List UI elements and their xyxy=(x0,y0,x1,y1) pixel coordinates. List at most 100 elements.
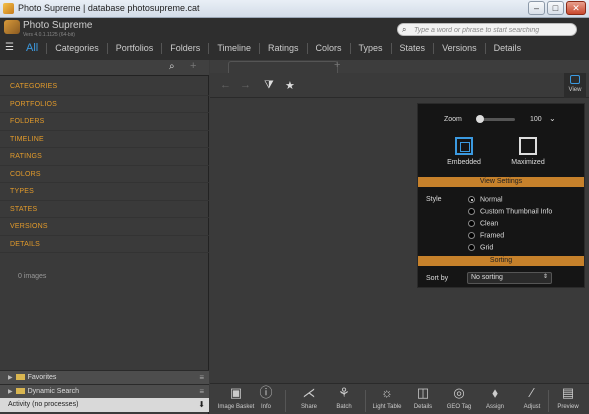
zoom-slider-track[interactable] xyxy=(479,118,515,121)
zoom-label: Zoom xyxy=(444,116,462,123)
left-search-icon[interactable]: ⌕ xyxy=(169,61,175,72)
adjust-button[interactable]: ∕ Adjust xyxy=(518,384,546,410)
embedded-mode-button[interactable]: Embedded xyxy=(434,137,494,166)
radio-icon xyxy=(468,244,475,251)
geo-tag-icon: ◎ xyxy=(453,385,465,400)
share-button[interactable]: ⋌ Share xyxy=(294,384,324,410)
nav-details[interactable]: Details xyxy=(486,43,530,54)
share-icon: ⋌ xyxy=(302,385,316,400)
geo-tag-button[interactable]: ◎ GEO Tag xyxy=(443,384,475,410)
sort-arrows-icon: ⇕ xyxy=(542,274,548,280)
search-icon: ⌕ xyxy=(402,25,407,34)
nav-categories[interactable]: Categories xyxy=(47,42,108,54)
activity-bar[interactable]: Activity (no processes) ⬇ xyxy=(0,398,209,412)
nav-ratings[interactable]: Ratings xyxy=(260,42,308,54)
adjust-label: Adjust xyxy=(523,404,541,410)
category-list: CATEGORIES PORTFOLIOS FOLDERS TIMELINE R… xyxy=(0,78,209,253)
assign-button[interactable]: ⬧ Assign xyxy=(481,384,509,410)
forward-arrow-icon[interactable]: → xyxy=(240,79,251,91)
category-details[interactable]: DETAILS xyxy=(0,236,209,253)
details-label: Details xyxy=(413,404,433,410)
nav-types[interactable]: Types xyxy=(351,42,392,54)
maximized-icon xyxy=(519,137,537,155)
details-button[interactable]: ◫ Details xyxy=(409,384,437,410)
filter-icon[interactable]: ⧩ xyxy=(264,79,274,92)
hamburger-menu-icon[interactable]: ☰ xyxy=(5,42,14,53)
category-categories[interactable]: CATEGORIES xyxy=(0,78,209,96)
category-ratings[interactable]: RATINGS xyxy=(0,148,209,166)
panel-menu-icon[interactable]: ≡ xyxy=(199,385,204,399)
category-timeline[interactable]: TIMELINE xyxy=(0,131,209,148)
app-logo xyxy=(4,20,20,34)
toolbar-divider xyxy=(365,390,366,412)
category-folders[interactable]: FOLDERS xyxy=(0,113,209,131)
restore-button[interactable]: □ xyxy=(547,1,564,15)
view-settings-popup: Zoom 100 ⌄ Embedded Maximized View Setti… xyxy=(417,103,585,288)
nav-portfolios[interactable]: Portfolios xyxy=(108,42,163,54)
batch-icon: ⚘ xyxy=(338,385,350,400)
nav-all[interactable]: All xyxy=(18,42,48,54)
category-versions[interactable]: VERSIONS xyxy=(0,218,209,236)
style-option-clean[interactable]: Clean xyxy=(468,220,498,227)
left-bottom-panels: ▶ Favorites ≡ ▶ Dynamic Search ≡ Activity … xyxy=(0,370,209,412)
image-count: 0 images xyxy=(18,273,47,280)
share-label: Share xyxy=(300,404,317,410)
toolbar-divider xyxy=(548,390,549,412)
favorites-label: Favorites xyxy=(27,374,57,381)
preview-button[interactable]: ▤ Preview xyxy=(553,384,583,410)
category-portfolios[interactable]: PORTFOLIOS xyxy=(0,96,209,113)
main-toolbar: ← → ⧩ ★ xyxy=(210,73,589,98)
favorites-panel[interactable]: ▶ Favorites ≡ xyxy=(0,370,209,384)
light-table-button[interactable]: ☼ Light Table xyxy=(368,384,406,410)
close-button[interactable]: ✕ xyxy=(566,1,586,15)
sort-by-select[interactable]: No sorting ⇕ xyxy=(467,272,552,284)
back-arrow-icon[interactable]: ← xyxy=(220,79,231,91)
sort-by-label: Sort by xyxy=(426,275,449,282)
star-icon[interactable]: ★ xyxy=(285,79,295,92)
embedded-icon xyxy=(455,137,473,155)
view-settings-header: View Settings xyxy=(418,177,584,187)
add-main-tab-icon[interactable]: + xyxy=(334,59,340,71)
maximized-mode-button[interactable]: Maximized xyxy=(498,137,558,166)
category-colors[interactable]: COLORS xyxy=(0,166,209,183)
search-box[interactable]: ⌕ xyxy=(397,23,577,36)
view-icon xyxy=(570,75,580,84)
info-button[interactable]: ⓘ Info xyxy=(256,384,276,410)
category-states[interactable]: STATES xyxy=(0,201,209,218)
dynamic-search-panel[interactable]: ▶ Dynamic Search ≡ xyxy=(0,384,209,398)
left-panel-tabs: ⌕ + xyxy=(0,60,209,76)
view-button[interactable]: View xyxy=(564,73,586,98)
adjust-icon: ∕ xyxy=(530,385,534,400)
style-option-framed[interactable]: Framed xyxy=(468,232,504,239)
search-input[interactable] xyxy=(414,25,572,35)
toolbar-divider xyxy=(285,390,286,412)
zoom-dropdown-icon[interactable]: ⌄ xyxy=(549,114,556,123)
download-icon[interactable]: ⬇ xyxy=(198,398,205,412)
category-types[interactable]: TYPES xyxy=(0,183,209,201)
style-label: Style xyxy=(426,196,442,203)
nav-versions[interactable]: Versions xyxy=(434,42,486,54)
nav-states[interactable]: States xyxy=(392,42,435,54)
folder-icon xyxy=(15,388,25,395)
nav-folders[interactable]: Folders xyxy=(162,42,210,54)
preview-label: Preview xyxy=(557,404,579,410)
main-nav: All Categories Portfolios Folders Timeli… xyxy=(18,38,529,58)
nav-timeline[interactable]: Timeline xyxy=(209,42,260,54)
light-table-icon: ☼ xyxy=(381,385,393,400)
radio-selected-icon xyxy=(468,196,475,203)
assign-icon: ⬧ xyxy=(492,385,498,400)
zoom-slider-handle[interactable] xyxy=(476,115,484,123)
style-option-grid[interactable]: Grid xyxy=(468,244,493,251)
minimize-button[interactable]: – xyxy=(528,1,545,15)
bottom-toolbar: ▣ Image Basket ⓘ Info ⋌ Share ⚘ Batch ☼ … xyxy=(210,383,589,414)
embedded-label: Embedded xyxy=(447,159,481,166)
nav-colors[interactable]: Colors xyxy=(308,42,351,54)
add-tab-icon[interactable]: + xyxy=(190,60,196,72)
style-option-normal[interactable]: Normal xyxy=(468,196,503,203)
main-tab[interactable] xyxy=(228,61,338,73)
style-option-custom[interactable]: Custom Thumbnail Info xyxy=(468,208,552,215)
image-basket-button[interactable]: ▣ Image Basket xyxy=(216,384,256,410)
panel-menu-icon[interactable]: ≡ xyxy=(199,371,204,385)
left-panel: ⌕ + CATEGORIES PORTFOLIOS FOLDERS TIMELI… xyxy=(0,60,209,414)
batch-button[interactable]: ⚘ Batch xyxy=(329,384,359,410)
